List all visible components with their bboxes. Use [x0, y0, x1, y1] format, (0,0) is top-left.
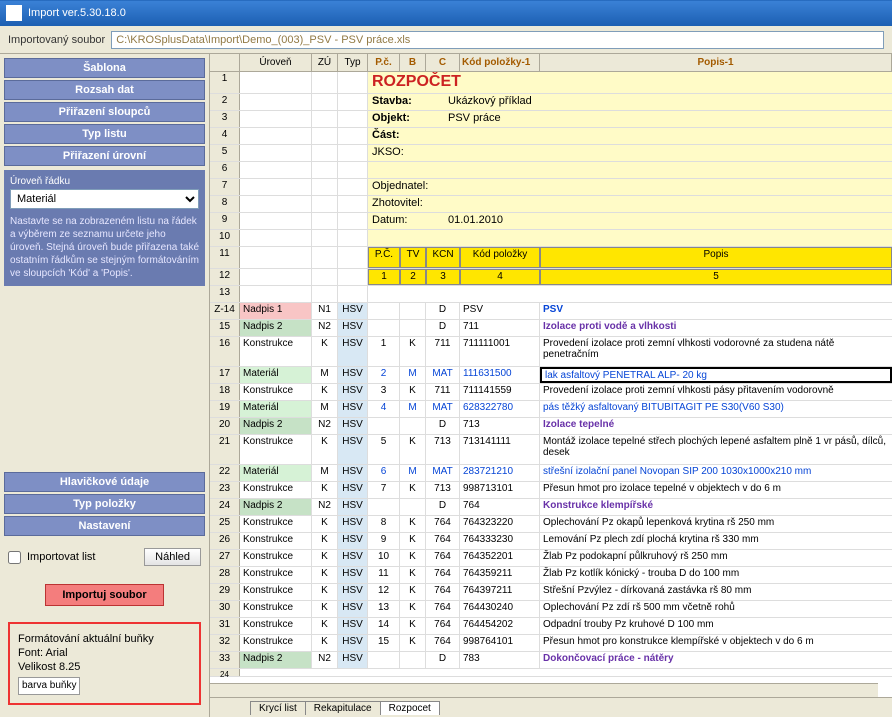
table-row[interactable]: 16KonstrukceKHSV1K711711111001Provedení …	[210, 337, 892, 367]
table-row[interactable]: 23KonstrukceKHSV7K713998713101Přesun hmo…	[210, 482, 892, 499]
table-row[interactable]: 21KonstrukceKHSV5K713713141111Montáž izo…	[210, 435, 892, 465]
table-row[interactable]: 22MateriálMHSV6MMAT283721210střešní izol…	[210, 465, 892, 482]
table-row[interactable]: 17MateriálMHSV2MMAT111631500lak asfaltov…	[210, 367, 892, 384]
table-row[interactable]: 25KonstrukceKHSV8K764764323220Oplechován…	[210, 516, 892, 533]
table-row[interactable]: 18KonstrukceKHSV3K711711141559Provedení …	[210, 384, 892, 401]
sidebar-btn-sablona[interactable]: Šablona	[4, 58, 205, 78]
table-row[interactable]: 33Nadpis 2N2HSVD783Dokončovací práce - n…	[210, 652, 892, 669]
level-panel: Úroveň řádku Materiál Nastavte se na zob…	[4, 170, 205, 286]
info-color-swatch: barva buňky	[18, 677, 80, 695]
sidebar: Šablona Rozsah dat Přiřazení sloupců Typ…	[0, 54, 210, 717]
horizontal-scrollbar[interactable]	[210, 683, 878, 697]
table-row[interactable]: 28KonstrukceKHSV11K764764359211Žlab Pz k…	[210, 567, 892, 584]
table-row[interactable]: 32KonstrukceKHSV15K764998764101Přesun hm…	[210, 635, 892, 652]
level-label: Úroveň řádku	[10, 176, 199, 187]
import-list-checkbox[interactable]	[8, 551, 21, 564]
sidebar-btn-nastaveni[interactable]: Nastavení	[4, 516, 205, 536]
level-hint: Nastavte se na zobrazeném listu na řádek…	[10, 215, 199, 280]
info-title: Formátování aktuální buňky	[18, 632, 191, 646]
table-row[interactable]: 15Nadpis 2N2HSVD711Izolace proti vodě a …	[210, 320, 892, 337]
spreadsheet-grid[interactable]: Úroveň ZÚ Typ P.č. B C Kód položky-1 Pop…	[210, 54, 892, 717]
sidebar-btn-sloupce[interactable]: Přiřazení sloupců	[4, 102, 205, 122]
table-row[interactable]: 29KonstrukceKHSV12K764764397211Střešní P…	[210, 584, 892, 601]
import-file-button[interactable]: Importuj soubor	[45, 584, 163, 606]
sidebar-btn-urovni[interactable]: Přiřazení úrovní	[4, 146, 205, 166]
col-kod[interactable]: Kód položky-1	[460, 54, 540, 71]
col-pc[interactable]: P.č.	[368, 54, 400, 71]
window-title: Import ver.5.30.18.0	[28, 7, 126, 19]
preview-button[interactable]: Náhled	[144, 548, 201, 566]
table-row[interactable]: 27KonstrukceKHSV10K764764352201Žlab Pz p…	[210, 550, 892, 567]
col-zu[interactable]: ZÚ	[312, 54, 338, 71]
col-b[interactable]: B	[400, 54, 426, 71]
info-size: Velikost 8.25	[18, 660, 191, 674]
table-row[interactable]: 31KonstrukceKHSV14K764764454202Odpadní t…	[210, 618, 892, 635]
col-typ[interactable]: Typ	[338, 54, 368, 71]
level-select[interactable]: Materiál	[10, 189, 199, 209]
table-row[interactable]: 20Nadpis 2N2HSVD713Izolace tepelné	[210, 418, 892, 435]
toolbar: Importovaný soubor C:\KROSplusData\Impor…	[0, 26, 892, 54]
sidebar-btn-typpolozky[interactable]: Typ položky	[4, 494, 205, 514]
format-infobox: Formátování aktuální buňky Font: Arial V…	[8, 622, 201, 705]
table-row[interactable]: Z-14Nadpis 1N1HSVDPSVPSV	[210, 303, 892, 320]
table-row[interactable]: 19MateriálMHSV4MMAT628322780pás těžký as…	[210, 401, 892, 418]
window-titlebar: Import ver.5.30.18.0	[0, 0, 892, 26]
col-popis[interactable]: Popis-1	[540, 54, 892, 71]
table-row[interactable]: 30KonstrukceKHSV13K764764430240Oplechová…	[210, 601, 892, 618]
file-label: Importovaný soubor	[8, 34, 105, 46]
import-list-label: Importovat list	[27, 551, 95, 563]
sidebar-btn-hlavicka[interactable]: Hlavičkové údaje	[4, 472, 205, 492]
col-uroven[interactable]: Úroveň	[240, 54, 312, 71]
info-font: Font: Arial	[18, 646, 191, 660]
table-row[interactable]: 26KonstrukceKHSV9K764764333230Lemování P…	[210, 533, 892, 550]
sidebar-btn-typlistu[interactable]: Typ listu	[4, 124, 205, 144]
sidebar-btn-rozsah[interactable]: Rozsah dat	[4, 80, 205, 100]
table-row[interactable]: 24Nadpis 2N2HSVD764Konstrukce klempířské	[210, 499, 892, 516]
sheet-tabs: Krycí list Rekapitulace Rozpocet	[210, 697, 892, 717]
tab-rozpocet[interactable]: Rozpocet	[380, 701, 440, 715]
col-c[interactable]: C	[426, 54, 460, 71]
tab-rekap[interactable]: Rekapitulace	[305, 701, 381, 715]
file-path-input[interactable]: C:\KROSplusData\Import\Demo_(003)_PSV - …	[111, 31, 884, 49]
tab-kryci[interactable]: Krycí list	[250, 701, 306, 715]
app-icon	[6, 5, 22, 21]
